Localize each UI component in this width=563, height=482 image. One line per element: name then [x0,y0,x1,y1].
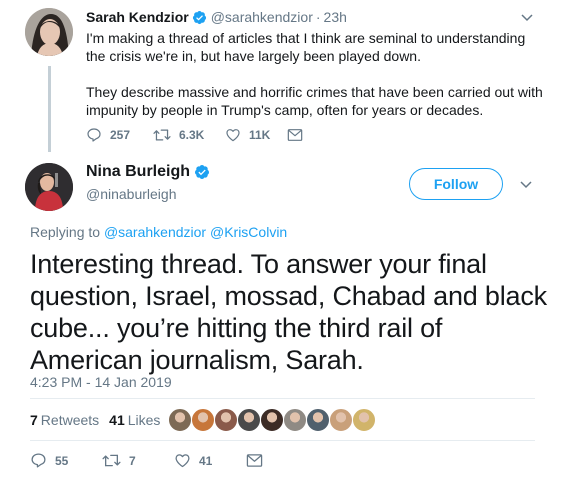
author-name[interactable]: Sarah Kendzior [86,9,189,25]
liker-avatar[interactable] [352,408,376,432]
reply-button[interactable]: 55 [30,452,102,469]
direct-message-button[interactable] [246,453,271,468]
heart-icon [175,454,190,468]
thread-connector [48,66,51,152]
like-count: 41 [199,453,213,468]
retweet-count: 6.3K [179,128,205,142]
envelope-icon [246,454,263,467]
reply-icon [87,128,101,142]
verified-badge-icon [195,165,210,179]
divider [30,440,535,441]
author-handle[interactable]: @sarahkendzior [211,9,313,25]
chevron-down-icon[interactable] [519,177,533,191]
reply-count: 257 [110,128,131,142]
divider [30,398,535,399]
mention-link[interactable]: @KrisColvin [210,224,287,240]
tweet-actions: 55 7 41 [30,452,271,469]
retweet-count: 7 [129,453,136,468]
tweet-text: I'm making a thread of articles that I t… [86,29,546,137]
direct-message-button[interactable] [287,128,311,142]
author-name[interactable]: Nina Burleigh [86,163,190,181]
follow-button[interactable]: Follow [409,168,503,200]
chevron-down-icon[interactable] [520,10,534,24]
retweet-icon [102,454,121,467]
tweet-text: Interesting thread. To answer your final… [30,249,547,375]
mention-link[interactable]: @sarahkendzior [104,224,206,240]
replying-to: Replying to @sarahkendzior @KrisColvin [30,224,287,240]
liker-avatar[interactable] [260,408,284,432]
avatar[interactable] [25,8,73,56]
likes-stat-label: Likes [127,412,161,428]
liker-avatar[interactable] [168,408,192,432]
retweets-stat-label: Retweets [40,412,100,428]
liker-avatar[interactable] [237,408,261,432]
retweet-icon [153,129,171,141]
tweet-actions: 257 6.3K 11K [86,127,311,143]
retweets-stat-count: 7 [30,412,38,428]
liker-avatar[interactable] [214,408,238,432]
tweet-paragraph: I'm making a thread of articles that I t… [86,30,526,64]
like-button[interactable]: 41 [174,452,246,469]
tweet-time[interactable]: 23h [324,9,347,25]
tweet-timestamp[interactable]: 4:23 PM - 14 Jan 2019 [30,374,172,390]
liker-avatars [168,408,376,432]
liker-avatar[interactable] [306,408,330,432]
tweet-paragraph: They describe massive and horrific crime… [86,84,543,118]
like-button[interactable]: 11K [225,127,287,143]
reply-count: 55 [55,453,69,468]
parent-tweet[interactable]: Sarah Kendzior @sarahkendzior · 23h I'm … [0,0,563,152]
retweet-button[interactable]: 7 [102,452,174,469]
likes-stat-count: 41 [109,412,125,428]
liker-avatar[interactable] [329,408,353,432]
liker-avatar[interactable] [283,408,307,432]
likes-stat[interactable]: 41 Likes [109,412,160,428]
replying-to-label: Replying to [30,224,101,240]
avatar-photo [25,163,73,211]
avatar-photo [25,8,73,56]
retweets-stat[interactable]: 7 Retweets [30,412,99,428]
author-handle[interactable]: @ninaburleigh [86,186,177,202]
like-count: 11K [249,128,271,142]
verified-badge-icon [192,10,206,24]
separator-dot: · [315,9,321,25]
heart-icon [226,129,240,142]
reply-button[interactable]: 257 [86,127,153,143]
liker-avatar[interactable] [191,408,215,432]
avatar[interactable] [25,163,73,211]
envelope-icon [287,129,303,141]
reply-icon [31,453,46,468]
parent-tweet-header: Sarah Kendzior @sarahkendzior · 23h [86,9,347,25]
author-name-row: Nina Burleigh [86,163,214,181]
tweet-stats: 7 Retweets 41 Likes [30,412,168,428]
retweet-button[interactable]: 6.3K [153,127,225,143]
